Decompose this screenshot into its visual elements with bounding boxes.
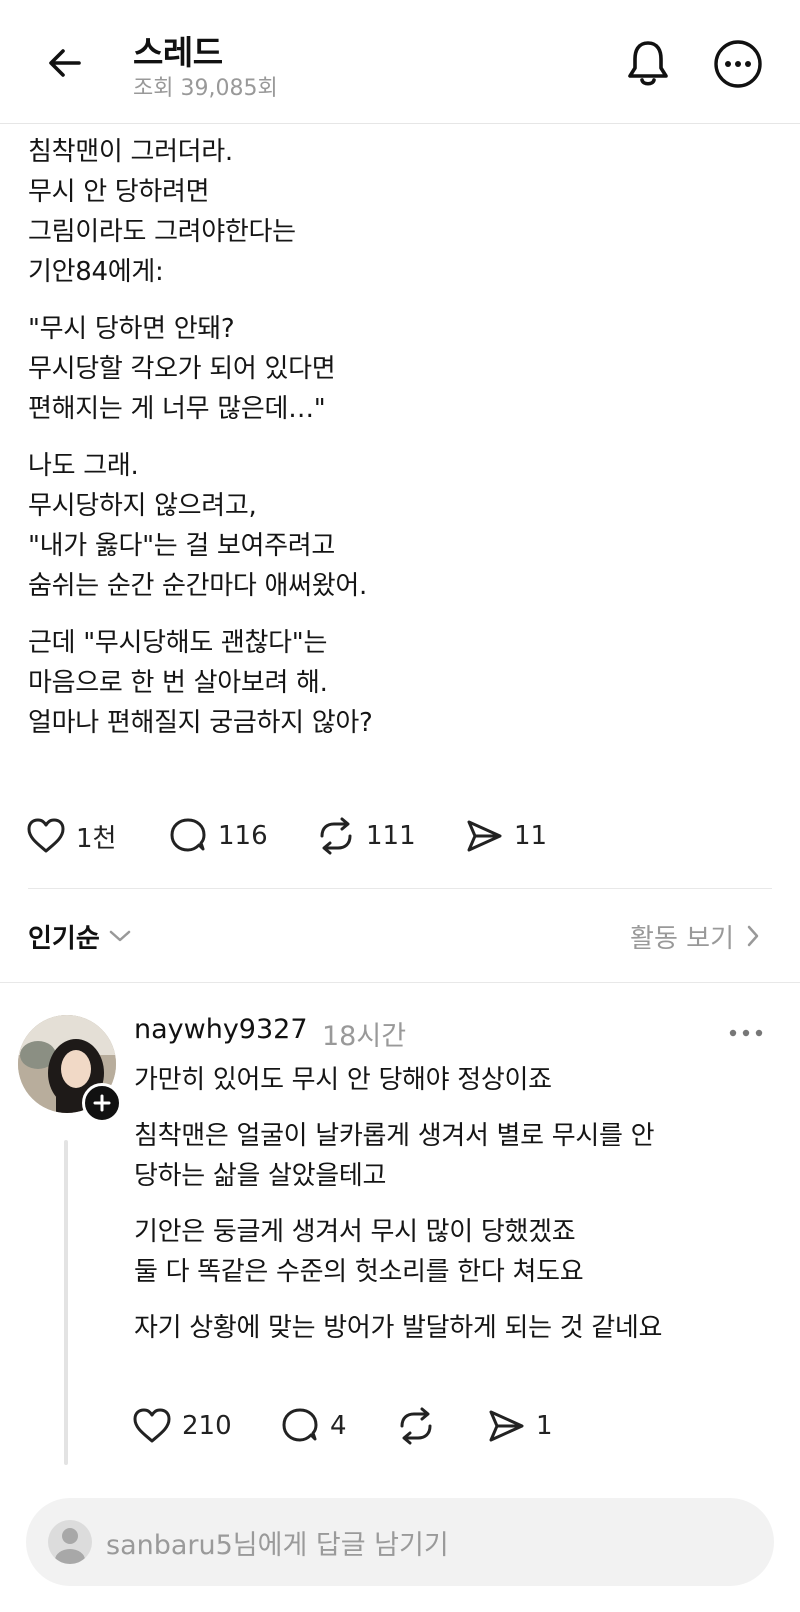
comment-icon [282,1408,318,1442]
post-line: 나도 그래. [28,451,139,481]
post-line: "내가 옳다"는 걸 보여주려고 [28,531,336,561]
more-options-button[interactable] [712,38,764,90]
page-title: 스레드 [133,33,223,72]
post-actions: 1천 116 111 11 [26,814,726,858]
post-paragraph: "무시 당하면 안돼? 무시당할 각오가 되어 있다면 편해지는 게 너무 많은… [28,309,772,429]
repost-icon [400,1407,432,1445]
comment-button[interactable]: 116 [168,814,268,858]
comment-like-count: 210 [182,1411,232,1441]
repost-count: 111 [366,821,416,851]
comment-line: 침착맨은 얼굴이 날카롭게 생겨서 별로 무시를 안 [134,1121,655,1151]
bell-icon [628,41,668,86]
post-line: 근데 "무시당해도 괜찮다"는 [28,628,328,658]
post-paragraph: 근데 "무시당해도 괜찮다"는 마음으로 한 번 살아보려 해. 얼마나 편해질… [28,623,772,743]
comment-reply-button[interactable]: 4 [280,1404,347,1448]
send-icon [467,820,502,852]
comment-paragraph: 침착맨은 얼굴이 날카롭게 생겨서 별로 무시를 안 당하는 삶을 살았을테고 [134,1116,774,1196]
share-button[interactable]: 11 [464,814,547,858]
post-paragraph: 나도 그래. 무시당하지 않으려고, "내가 옳다"는 걸 보여주려고 숨쉬는 … [28,446,772,606]
reply-placeholder: sanbaru5님에게 답글 남기기 [106,1529,449,1561]
comment-icon [170,818,206,852]
view-activity-link[interactable]: 활동 보기 [630,914,760,958]
comment-paragraph: 자기 상황에 맞는 방어가 발달하게 되는 것 같네요 [134,1308,774,1348]
thread-line [64,1140,68,1465]
top-bar: 스레드 조회 39,085회 [0,0,800,124]
comment-like-button[interactable]: 210 [132,1404,232,1448]
comment-username[interactable]: naywhy9327 [134,1014,308,1045]
comment-line: 둘 다 똑같은 수준의 헛소리를 한다 쳐도요 [134,1257,584,1287]
comment-line: 기안은 둥글게 생겨서 무시 많이 당했겠죠 [134,1217,576,1247]
like-button[interactable]: 1천 [26,814,116,858]
back-arrow-icon [49,49,81,77]
divider [0,982,800,983]
more-icon [714,40,762,88]
comment-line: 가만히 있어도 무시 안 당해야 정상이죠 [134,1065,552,1095]
post-line: 무시당할 각오가 되어 있다면 [28,354,336,384]
divider [28,888,772,889]
post-content: 침착맨이 그러더라. 무시 안 당하려면 그림이라도 그려야한다는 기안84에게… [28,132,772,760]
notifications-button[interactable] [622,36,674,90]
back-button[interactable] [40,38,90,88]
more-horizontal-icon [729,1029,763,1037]
comment-line: 자기 상황에 맞는 방어가 발달하게 되는 것 같네요 [134,1313,663,1343]
chevron-right-icon [747,925,759,947]
post-line: 마음으로 한 번 살아보려 해. [28,668,328,698]
comment-count: 116 [218,821,268,851]
follow-button[interactable] [82,1083,122,1123]
post-line: 무시당하지 않으려고, [28,491,257,521]
post-line: "무시 당하면 안돼? [28,314,235,344]
post-line: 편해지는 게 너무 많은데…" [28,394,326,424]
post-line: 그림이라도 그려야한다는 [28,217,296,247]
post-line: 기안84에게: [28,257,164,287]
heart-icon [27,818,65,853]
view-count: 조회 39,085회 [133,76,278,101]
sort-dropdown[interactable]: 인기순 [28,914,132,958]
user-avatar-icon [48,1520,92,1564]
reply-input[interactable]: sanbaru5님에게 답글 남기기 [26,1498,774,1586]
post-line: 무시 안 당하려면 [28,177,210,207]
share-count: 11 [514,821,548,851]
like-count: 1천 [76,823,117,854]
comment-actions: 210 4 1 [132,1404,692,1448]
comment-share-button[interactable]: 1 [486,1404,553,1448]
comment-timestamp: 18시간 [322,1021,407,1052]
comment-reply-count: 4 [330,1411,347,1441]
comment-line: 당하는 삶을 살았을테고 [134,1161,387,1191]
plus-icon [93,1094,111,1112]
comment-content: 가만히 있어도 무시 안 당해야 정상이죠 침착맨은 얼굴이 날카롭게 생겨서 … [134,1060,774,1364]
sort-label: 인기순 [28,923,100,954]
send-icon [489,1410,524,1442]
comment-more-button[interactable] [728,1018,764,1048]
post-paragraph: 침착맨이 그러더라. 무시 안 당하려면 그림이라도 그려야한다는 기안84에게… [28,132,772,292]
repost-icon [320,817,352,855]
post-line: 얼마나 편해질지 궁금하지 않아? [28,708,373,738]
heart-icon [133,1408,171,1443]
comment-paragraph: 기안은 둥글게 생겨서 무시 많이 당했겠죠 둘 다 똑같은 수준의 헛소리를 … [134,1212,774,1292]
post-line: 침착맨이 그러더라. [28,137,233,167]
repost-button[interactable]: 111 [316,814,416,858]
chevron-down-icon [109,930,131,942]
comment-paragraph: 가만히 있어도 무시 안 당해야 정상이죠 [134,1060,774,1100]
activity-label: 활동 보기 [630,923,734,954]
comment-share-count: 1 [536,1411,553,1441]
post-line: 숨쉬는 순간 순간마다 애써왔어. [28,571,367,601]
comment-repost-button[interactable] [396,1404,446,1448]
